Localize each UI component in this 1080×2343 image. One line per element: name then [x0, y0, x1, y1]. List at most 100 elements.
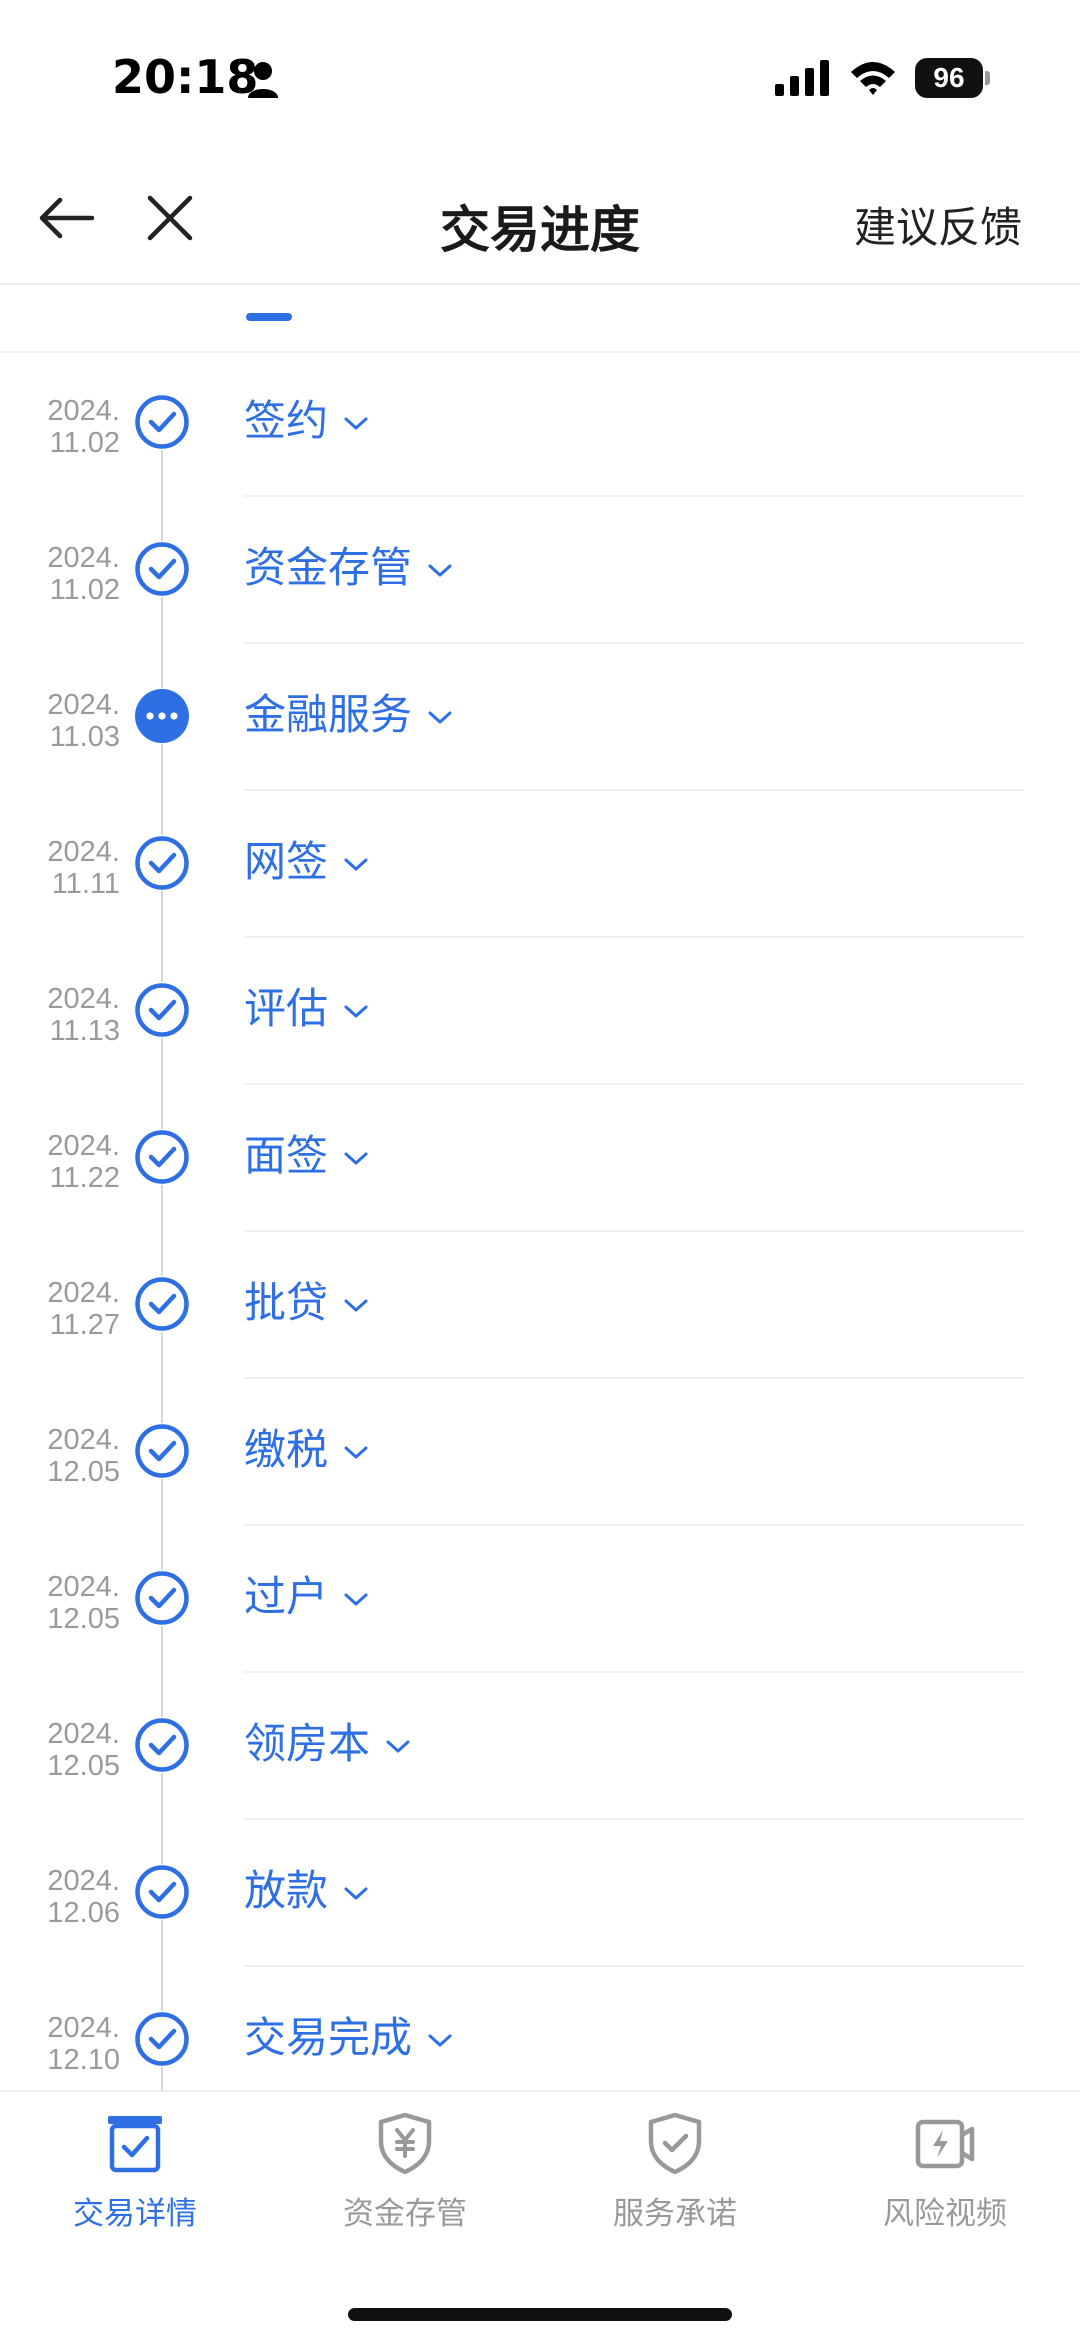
chevron-down-icon: [386, 1740, 410, 1752]
step-divider: [244, 789, 1024, 791]
tab-active-indicator: [246, 313, 292, 321]
step-divider: [244, 1083, 1024, 1085]
chevron-down-icon: [344, 1446, 368, 1458]
step-date: 2024. 11.22: [20, 1130, 120, 1194]
timeline-step[interactable]: 2024. 11.02 签约: [0, 355, 1080, 502]
check-circle-icon: [134, 1423, 190, 1479]
step-date-monthday: 11.03: [49, 721, 120, 753]
home-indicator[interactable]: [348, 2308, 732, 2321]
check-circle-icon: [134, 2011, 190, 2067]
tab-label: 风险视频: [883, 2196, 1007, 2232]
step-date-monthday: 11.02: [49, 427, 120, 459]
check-circle-icon: [134, 1276, 190, 1332]
step-label-toggle[interactable]: 签约: [244, 395, 370, 447]
timeline-step[interactable]: 2024. 12.05 过户: [0, 1531, 1080, 1678]
timeline-step[interactable]: 2024. 12.06 放款: [0, 1825, 1080, 1972]
step-label-toggle[interactable]: 批贷: [244, 1277, 370, 1329]
risk-video-icon: [915, 2119, 975, 2169]
step-date: 2024. 11.03: [20, 689, 120, 753]
timeline-step[interactable]: 2024. 11.02 资金存管: [0, 502, 1080, 649]
step-date: 2024. 11.13: [20, 983, 120, 1047]
timeline-step[interactable]: 2024. 12.10 交易完成: [0, 1972, 1080, 2090]
step-date-year: 2024.: [47, 1424, 120, 1456]
step-label-toggle[interactable]: 面签: [244, 1130, 370, 1182]
step-label: 网签: [244, 837, 329, 886]
step-divider: [244, 936, 1024, 938]
step-label-toggle[interactable]: 放款: [244, 1865, 370, 1917]
step-date-year: 2024.: [47, 1865, 120, 1897]
step-date-year: 2024.: [47, 1277, 120, 1309]
step-date: 2024. 12.06: [20, 1865, 120, 1929]
timeline-step[interactable]: 2024. 11.13 评估: [0, 943, 1080, 1090]
step-divider: [244, 642, 1024, 644]
step-label: 面签: [244, 1131, 329, 1180]
tab-risk-video[interactable]: 风险视频: [810, 2108, 1080, 2248]
check-circle-icon: [134, 1129, 190, 1185]
step-divider: [244, 1377, 1024, 1379]
tab-transaction-detail[interactable]: 交易详情: [0, 2108, 270, 2248]
step-date: 2024. 11.02: [20, 395, 120, 459]
step-date-year: 2024.: [47, 836, 120, 868]
step-label-toggle[interactable]: 缴税: [244, 1424, 370, 1476]
in-progress-dots-icon: [134, 688, 190, 744]
step-date: 2024. 12.05: [20, 1571, 120, 1635]
battery-indicator: 96: [915, 58, 991, 98]
step-date: 2024. 12.10: [20, 2012, 120, 2076]
step-label-toggle[interactable]: 过户: [244, 1571, 370, 1623]
battery-cap: [985, 71, 990, 85]
step-date: 2024. 11.02: [20, 542, 120, 606]
timeline-step[interactable]: 2024. 11.22 面签: [0, 1090, 1080, 1237]
step-date-monthday: 11.11: [51, 868, 120, 900]
tab-service-promise[interactable]: 服务承诺: [540, 2108, 810, 2248]
cellular-signal-icon: [775, 60, 829, 96]
step-label: 过户: [244, 1572, 329, 1621]
step-date: 2024. 11.27: [20, 1277, 120, 1341]
step-divider: [244, 1965, 1024, 1967]
check-circle-icon: [134, 1864, 190, 1920]
timeline-step[interactable]: 2024. 11.27 批贷: [0, 1237, 1080, 1384]
step-date-year: 2024.: [47, 1718, 120, 1750]
step-label-toggle[interactable]: 领房本: [244, 1718, 412, 1770]
step-divider: [244, 1818, 1024, 1820]
timeline-step[interactable]: 2024. 12.05 缴税: [0, 1384, 1080, 1531]
chevron-down-icon: [344, 1299, 368, 1311]
chevron-down-icon: [344, 1887, 368, 1899]
step-label: 交易完成: [244, 2013, 413, 2062]
step-label-toggle[interactable]: 资金存管: [244, 542, 454, 594]
step-date-year: 2024.: [47, 542, 120, 574]
timeline-step[interactable]: 2024. 11.11 网签: [0, 796, 1080, 943]
step-date-monthday: 11.27: [49, 1309, 120, 1341]
step-label: 放款: [244, 1866, 329, 1915]
bottom-tab-bar: 交易详情 资金存管 服务承诺 风险视频: [0, 2090, 1080, 2343]
step-label-toggle[interactable]: 评估: [244, 983, 370, 1035]
step-date: 2024. 11.11: [20, 836, 120, 900]
step-date-year: 2024.: [47, 2012, 120, 2044]
chevron-down-icon: [344, 417, 368, 429]
step-divider: [244, 1671, 1024, 1673]
wifi-icon: [851, 62, 895, 95]
step-label: 签约: [244, 396, 329, 445]
step-label-toggle[interactable]: 金融服务: [244, 689, 454, 741]
service-promise-shield-icon: [648, 2112, 702, 2175]
chevron-down-icon: [344, 1593, 368, 1605]
step-label-toggle[interactable]: 网签: [244, 836, 370, 888]
chevron-down-icon: [428, 711, 452, 723]
feedback-button[interactable]: 建议反馈: [854, 194, 1022, 255]
tab-fund-custody[interactable]: 资金存管: [270, 2108, 540, 2248]
step-date-year: 2024.: [47, 689, 120, 721]
step-date-year: 2024.: [47, 1571, 120, 1603]
check-circle-icon: [134, 1570, 190, 1626]
fund-custody-shield-icon: [378, 2112, 432, 2175]
chevron-down-icon: [344, 858, 368, 870]
step-date-year: 2024.: [47, 1130, 120, 1162]
step-date-monthday: 12.06: [47, 1897, 120, 1929]
timeline-step[interactable]: 2024. 12.05 领房本: [0, 1678, 1080, 1825]
step-label: 领房本: [244, 1719, 371, 1768]
timeline-step[interactable]: 2024. 11.03 金融服务: [0, 649, 1080, 796]
check-circle-icon: [134, 541, 190, 597]
step-label-toggle[interactable]: 交易完成: [244, 2012, 454, 2064]
step-label: 缴税: [244, 1425, 329, 1474]
step-date-monthday: 11.22: [49, 1162, 120, 1194]
check-circle-icon: [134, 982, 190, 1038]
step-date-year: 2024.: [47, 395, 120, 427]
